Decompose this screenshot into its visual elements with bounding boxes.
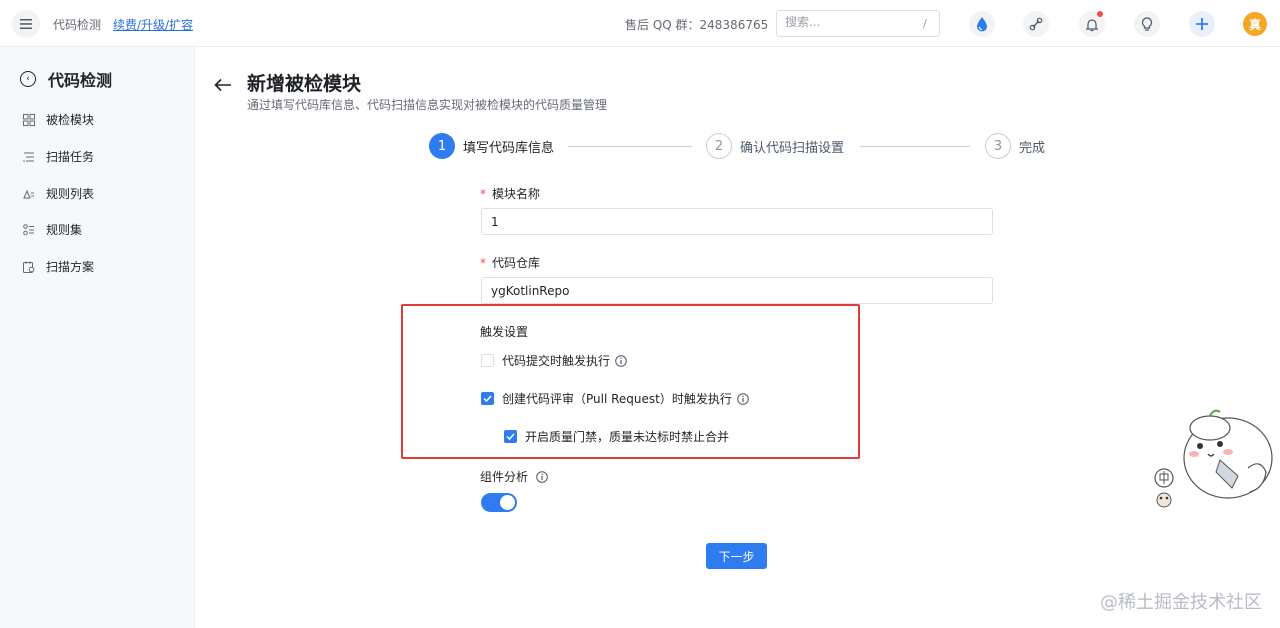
quality-gate-option[interactable]: 开启质量门禁，质量未达标时禁止合并: [504, 428, 729, 445]
grid-icon: [22, 113, 36, 127]
module-name-input[interactable]: [481, 208, 993, 235]
trigger-on-pr-option[interactable]: 创建代码评审（Pull Request）时触发执行: [481, 390, 749, 407]
search-input[interactable]: [785, 15, 905, 29]
sidebar-item-label: 被检模块: [46, 113, 95, 127]
sidebar-header: ‹ 代码检测: [20, 67, 112, 91]
info-icon[interactable]: [536, 470, 548, 483]
step-3: 3 完成: [985, 133, 1045, 159]
back-circle-icon[interactable]: ‹: [20, 71, 36, 87]
step-connector: [860, 146, 970, 147]
page-title: 新增被检模块: [247, 73, 362, 95]
trigger-settings-label: 触发设置: [480, 325, 529, 339]
search-box[interactable]: /: [776, 10, 940, 37]
required-mark: *: [480, 256, 486, 270]
back-arrow-icon[interactable]: [214, 78, 234, 98]
rule-list-icon: [22, 187, 36, 201]
plus-icon[interactable]: [1189, 11, 1215, 37]
step-number: 1: [429, 133, 455, 159]
lightbulb-icon[interactable]: [1134, 11, 1160, 37]
app-title: 代码检测: [53, 18, 102, 32]
sidebar: ‹ 代码检测 被检模块 扫描任务 规则列表 规则集 扫描方案: [0, 47, 195, 628]
droplet-icon[interactable]: [969, 11, 995, 37]
component-analysis-row: 组件分析: [480, 468, 548, 485]
task-list-icon: [22, 150, 36, 164]
sidebar-item-label: 扫描方案: [46, 260, 95, 274]
step-label: 填写代码库信息: [463, 140, 555, 156]
mascot-sticker-image: [1148, 408, 1280, 512]
component-analysis-label: 组件分析: [480, 470, 529, 484]
link-icon[interactable]: [1023, 11, 1049, 37]
sidebar-title: 代码检测: [48, 71, 113, 90]
module-name-label: * 模块名称: [480, 187, 541, 201]
bell-icon[interactable]: [1079, 11, 1105, 37]
menu-icon[interactable]: [12, 10, 40, 38]
quality-gate-label: 开启质量门禁，质量未达标时禁止合并: [525, 430, 730, 444]
required-mark: *: [480, 187, 486, 201]
sidebar-item-label: 规则集: [46, 223, 83, 237]
page-subtitle: 通过填写代码库信息、代码扫描信息实现对被检模块的代码质量管理: [247, 98, 608, 112]
search-shortcut-key: /: [923, 17, 927, 30]
sidebar-item-scan-tasks[interactable]: 扫描任务: [22, 148, 94, 165]
step-label: 确认代码扫描设置: [740, 140, 845, 156]
trigger-on-pr-checkbox[interactable]: [481, 392, 494, 405]
top-bar: 代码检测 续费/升级/扩容 售后 QQ 群：248386765 / 真: [0, 0, 1280, 47]
sidebar-item-ruleset[interactable]: 规则集: [22, 221, 82, 238]
avatar[interactable]: 真: [1243, 12, 1267, 36]
next-step-button[interactable]: 下一步: [706, 543, 767, 569]
notification-dot: [1097, 11, 1103, 17]
step-number: 3: [985, 133, 1011, 159]
ruleset-icon: [22, 223, 36, 237]
info-icon[interactable]: [615, 354, 627, 367]
sidebar-item-scan-plan[interactable]: 扫描方案: [22, 258, 94, 275]
trigger-on-commit-option[interactable]: 代码提交时触发执行: [481, 352, 627, 369]
repo-label: * 代码仓库: [480, 256, 541, 270]
trigger-on-commit-checkbox[interactable]: [481, 354, 494, 367]
watermark: @稀土掘金技术社区: [1100, 592, 1262, 613]
step-connector: [568, 146, 692, 147]
scan-plan-icon: [22, 260, 36, 274]
sidebar-item-label: 扫描任务: [46, 150, 95, 164]
trigger-on-commit-label: 代码提交时触发执行: [502, 354, 611, 368]
trigger-on-pr-label: 创建代码评审（Pull Request）时触发执行: [502, 392, 732, 406]
component-analysis-toggle[interactable]: [481, 493, 517, 512]
info-icon[interactable]: [737, 392, 749, 405]
sidebar-item-modules[interactable]: 被检模块: [22, 111, 94, 128]
step-label: 完成: [1019, 140, 1046, 156]
step-1: 1 填写代码库信息: [429, 133, 554, 159]
sidebar-item-rule-list[interactable]: 规则列表: [22, 185, 94, 202]
step-2: 2 确认代码扫描设置: [706, 133, 844, 159]
qq-group-text: 售后 QQ 群：248386765: [625, 18, 769, 32]
quality-gate-checkbox[interactable]: [504, 430, 517, 443]
step-number: 2: [706, 133, 732, 159]
sidebar-item-label: 规则列表: [46, 187, 95, 201]
renew-upgrade-link[interactable]: 续费/升级/扩容: [113, 16, 193, 33]
repo-input[interactable]: [481, 277, 993, 304]
toggle-knob: [500, 495, 515, 510]
